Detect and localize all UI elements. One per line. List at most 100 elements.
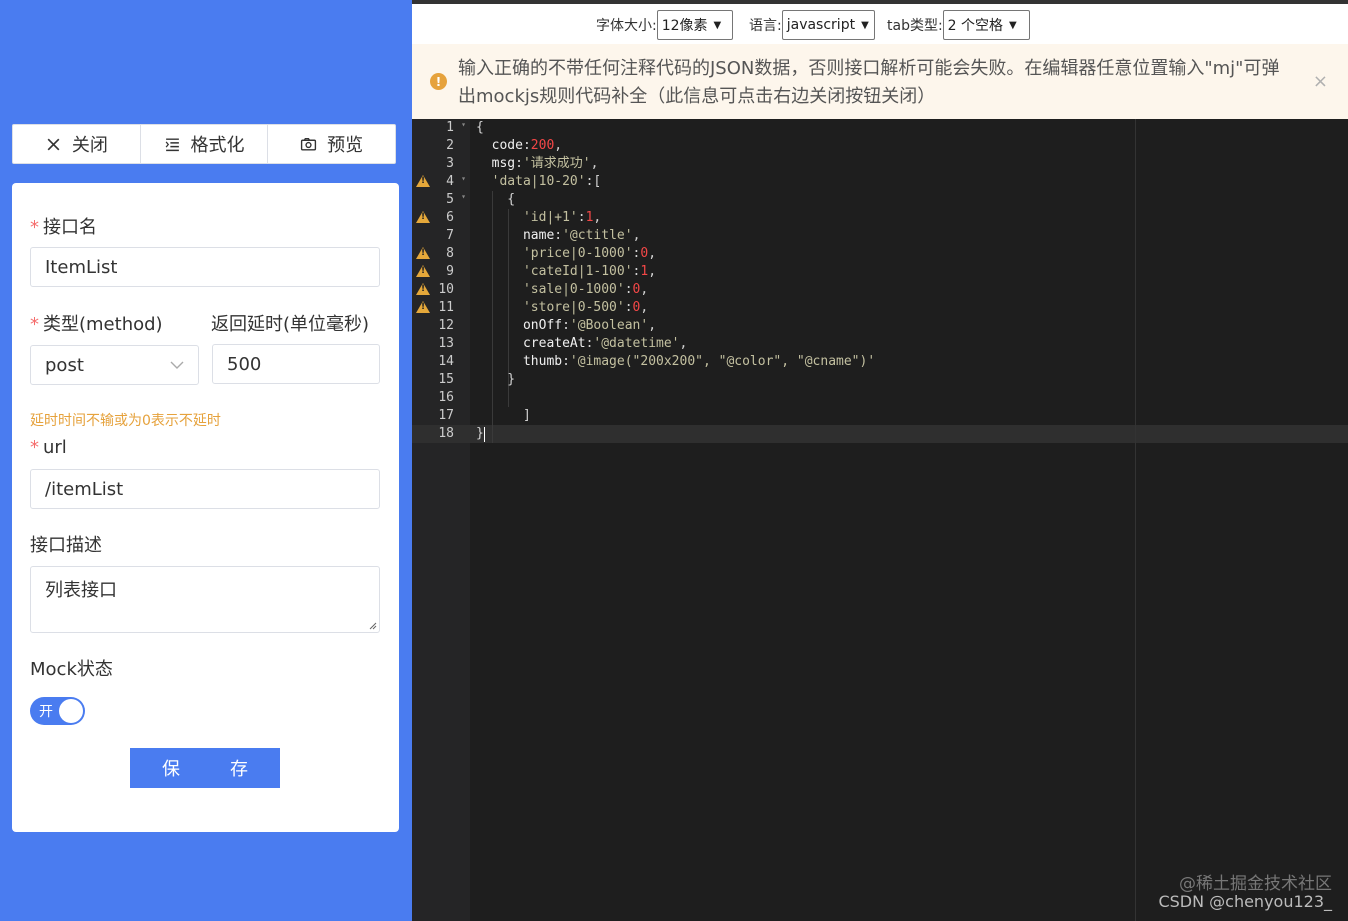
name-input[interactable]: ItemList xyxy=(30,247,380,287)
description-label: 接口描述 xyxy=(30,535,102,556)
format-button[interactable]: 格式化 xyxy=(141,125,269,163)
code-line: name:'@ctitle', xyxy=(476,227,640,245)
line-number-row: 18 xyxy=(412,425,470,443)
close-button[interactable]: 关闭 xyxy=(13,125,141,163)
code-token: 'id|+1' xyxy=(476,210,578,225)
code-token: } xyxy=(476,426,484,441)
code-token: 'data|10-20' xyxy=(476,174,586,189)
format-icon xyxy=(165,137,179,151)
code-token: '@ctitle' xyxy=(562,228,633,243)
line-number-row: 10 xyxy=(412,281,470,299)
url-input[interactable]: /itemList xyxy=(30,469,380,509)
chevron-down-icon xyxy=(170,361,184,369)
line-number: 16 xyxy=(438,390,454,405)
api-form: * 接口名 ItemList * 类型(method) 返回延时(单位毫秒) pos… xyxy=(12,183,399,832)
code-token: :[ xyxy=(585,174,602,189)
code-token: 'store|0-500' xyxy=(476,300,625,315)
code-token: name xyxy=(476,228,555,243)
font-size-select[interactable]: 12像素 ▼ xyxy=(656,10,733,40)
code-line: } xyxy=(476,371,515,389)
watermark-line-1: @稀土掘金技术社区 xyxy=(1179,874,1332,894)
code-token: thumb xyxy=(476,354,563,369)
warning-icon[interactable] xyxy=(416,175,430,187)
code-line: 'data|10-20':[ xyxy=(476,173,602,191)
fold-arrow-icon[interactable]: ▾ xyxy=(461,120,466,129)
code-token: createAt xyxy=(476,336,586,351)
line-number-row: 2 xyxy=(412,137,470,155)
code-token: '@image("200x200", "@color", "@cname")' xyxy=(569,354,876,369)
code-token: , xyxy=(648,264,657,279)
warning-icon[interactable] xyxy=(416,301,430,313)
code-token: : xyxy=(515,156,523,171)
warning-icon: ! xyxy=(430,73,447,90)
tab-type-select[interactable]: 2 个空格 ▼ xyxy=(942,10,1030,40)
resize-handle-icon[interactable] xyxy=(367,620,377,630)
close-button-label: 关闭 xyxy=(71,135,108,156)
code-token: , xyxy=(593,210,602,225)
code-token: , xyxy=(679,336,688,351)
required-mark: * xyxy=(30,437,39,458)
line-number: 18 xyxy=(438,426,454,441)
code-token: { xyxy=(476,192,516,207)
warning-icon[interactable] xyxy=(416,265,430,277)
font-size-label: 字体大小: xyxy=(596,18,657,34)
text-cursor xyxy=(484,427,485,442)
line-number-row: 11 xyxy=(412,299,470,317)
line-number: 7 xyxy=(446,228,454,243)
code-token: : xyxy=(522,138,531,153)
line-number-row: 1 ▾ xyxy=(412,119,470,137)
code-line: code:200, xyxy=(476,137,562,155)
code-token: : xyxy=(562,354,570,369)
line-number: 11 xyxy=(438,300,454,315)
warning-icon[interactable] xyxy=(416,211,430,223)
name-label-text: 接口名 xyxy=(43,217,97,238)
type-select-value: post xyxy=(45,354,84,376)
url-label-text: url xyxy=(43,437,67,458)
save-button[interactable]: 保 存 xyxy=(130,748,280,788)
type-select[interactable]: post xyxy=(30,345,199,385)
line-number: 6 xyxy=(446,210,454,225)
notice-alert: ! 输入正确的不带任何注释代码的JSON数据，否则接口解析可能会失败。在编辑器任… xyxy=(412,44,1348,119)
line-number: 17 xyxy=(438,408,454,423)
code-line: createAt:'@datetime', xyxy=(476,335,687,353)
code-token: '请求成功' xyxy=(522,156,591,171)
line-number-row: 16 xyxy=(412,389,470,407)
code-token: } xyxy=(476,372,516,387)
line-number-row: 6 xyxy=(412,209,470,227)
code-line: { xyxy=(476,191,515,209)
code-line: 'store|0-500':0, xyxy=(476,299,648,317)
code-token: , xyxy=(640,300,649,315)
code-token: code xyxy=(476,138,523,153)
line-number-row: 15 xyxy=(412,371,470,389)
line-number: 13 xyxy=(438,336,454,351)
code-token: 'sale|0-1000' xyxy=(476,282,625,297)
fold-arrow-icon[interactable]: ▾ xyxy=(461,174,466,183)
fold-arrow-icon[interactable]: ▾ xyxy=(461,192,466,201)
preview-button[interactable]: 预览 xyxy=(268,125,395,163)
line-number-row: 4▾ xyxy=(412,173,470,191)
font-size-group: 字体大小: 12像素 ▼ xyxy=(596,10,733,40)
type-label: * 类型(method) xyxy=(30,310,163,336)
line-number-row: 14 xyxy=(412,353,470,371)
close-icon xyxy=(47,138,60,150)
code-editor[interactable]: 1▾234▾5▾6789101112131415161718 { code:20… xyxy=(412,119,1348,921)
language-select[interactable]: javascript ▼ xyxy=(781,10,875,40)
warning-icon[interactable] xyxy=(416,283,430,295)
code-token: msg xyxy=(476,156,516,171)
view-code-area: 查看代码示例 xyxy=(0,0,462,167)
line-number: 8 xyxy=(446,246,454,261)
format-button-label: 格式化 xyxy=(190,135,245,156)
delay-hint: 延时时间不输或为0表示不延时 xyxy=(30,413,221,429)
code-token: : xyxy=(577,210,586,225)
line-number: 12 xyxy=(438,318,454,333)
delay-input[interactable]: 500 xyxy=(212,344,380,384)
description-textarea[interactable]: 列表接口 xyxy=(30,566,380,633)
notice-text: 输入正确的不带任何注释代码的JSON数据，否则接口解析可能会失败。在编辑器任意位… xyxy=(458,58,1280,107)
tab-type-label: tab类型: xyxy=(887,18,943,34)
warning-icon[interactable] xyxy=(416,247,430,259)
mock-status-toggle[interactable]: 开 xyxy=(30,697,85,725)
line-number-row: 9 xyxy=(412,263,470,281)
chevron-down-icon: ▼ xyxy=(713,19,722,31)
language-value: javascript xyxy=(786,17,856,33)
notice-close-icon[interactable]: × xyxy=(1313,71,1328,92)
